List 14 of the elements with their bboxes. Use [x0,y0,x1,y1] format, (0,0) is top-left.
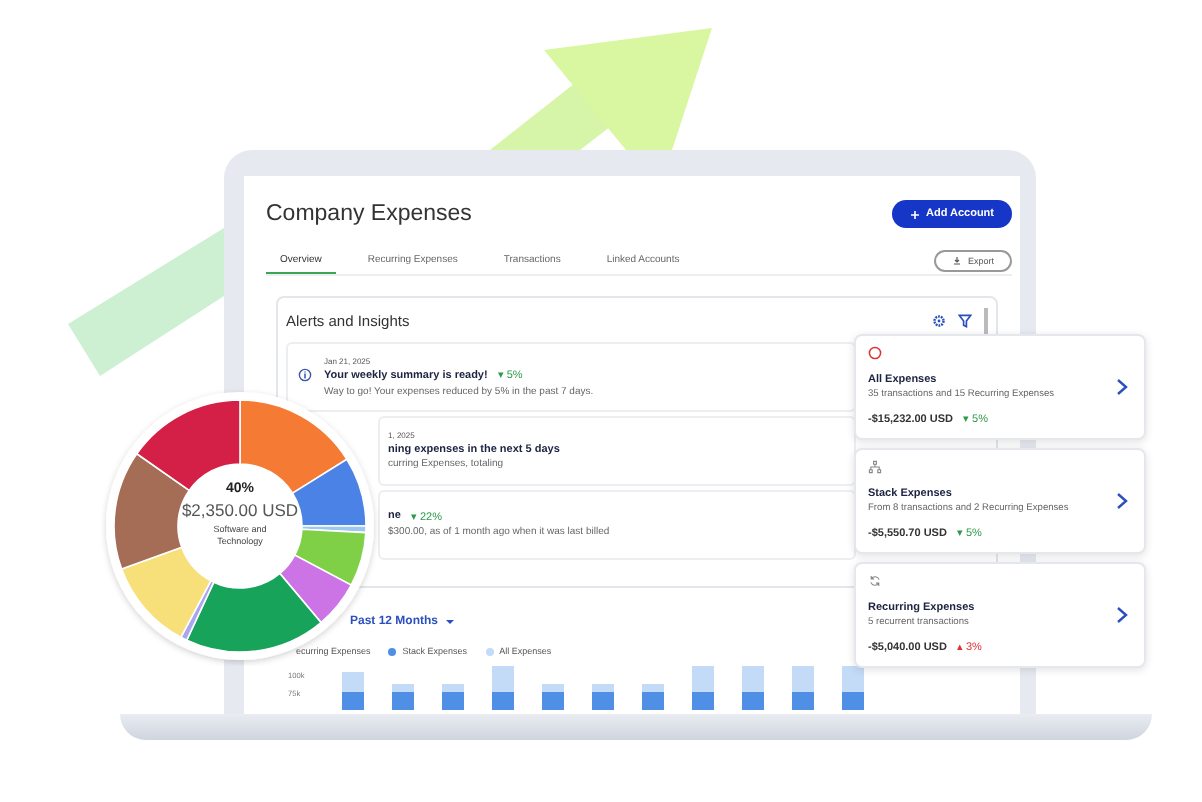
download-icon [951,256,962,266]
circle-icon [868,346,882,360]
chevron-right-icon[interactable] [1116,605,1128,623]
refresh-icon [868,574,882,588]
donut-amount: $2,350.00 USD [181,500,299,520]
page-title: Company Expenses [266,202,472,226]
info-icon [298,368,312,382]
chevron-right-icon[interactable] [1116,377,1128,395]
plus-icon [909,209,920,219]
chevron-right-icon[interactable] [1116,491,1128,509]
hierarchy-icon [868,460,882,474]
filter-icon[interactable] [958,314,972,328]
caret-icon [446,620,455,624]
settings-icon[interactable] [932,314,946,328]
